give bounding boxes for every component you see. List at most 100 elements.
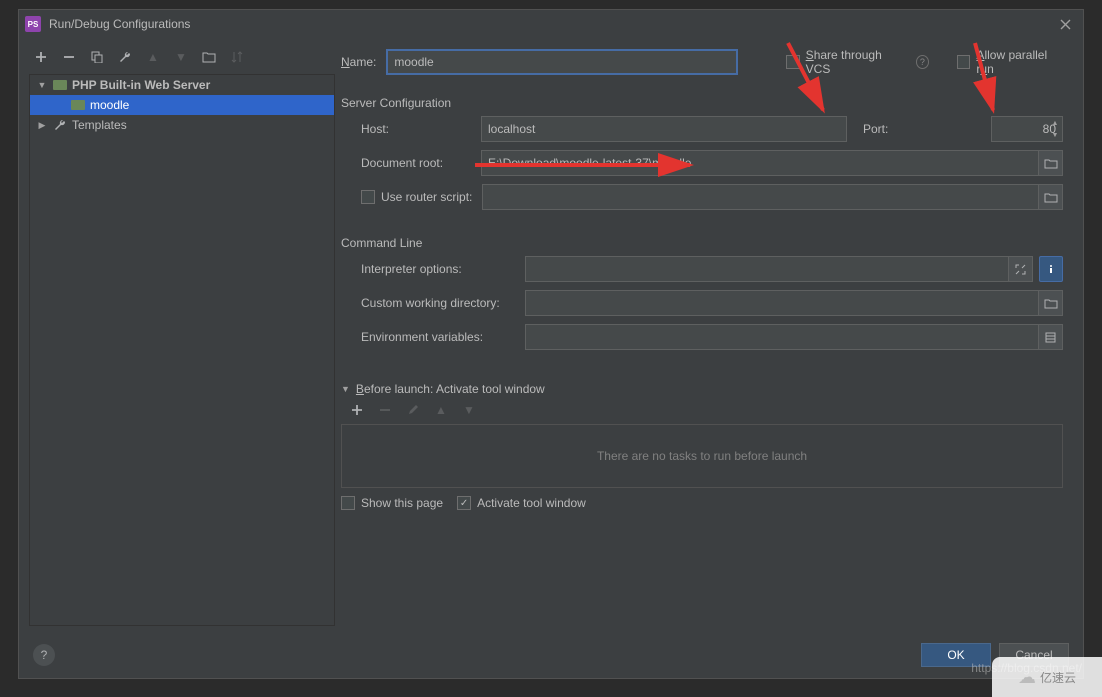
wrench-icon xyxy=(52,118,68,132)
cwd-input[interactable] xyxy=(525,290,1039,316)
show-page-label: Show this page xyxy=(361,496,443,510)
share-vcs-checkbox[interactable]: Share through VCS ? xyxy=(786,48,929,76)
interp-label: Interpreter options: xyxy=(361,262,525,276)
router-input[interactable] xyxy=(482,184,1039,210)
command-line-section: Command Line xyxy=(341,236,1063,250)
app-icon: PS xyxy=(25,16,41,32)
interp-input[interactable] xyxy=(525,256,1009,282)
doc-root-row: Document root: xyxy=(341,150,1063,176)
tree-label: PHP Built-in Web Server xyxy=(72,78,210,92)
php-server-icon xyxy=(52,78,68,92)
router-row: Use router script: xyxy=(341,184,1063,210)
activate-window-checkbox[interactable]: Activate tool window xyxy=(457,496,586,510)
interp-row: Interpreter options: xyxy=(341,256,1063,282)
up-icon[interactable]: ▲ xyxy=(145,49,161,65)
name-input[interactable] xyxy=(386,49,738,75)
dialog-title: Run/Debug Configurations xyxy=(49,17,1053,31)
env-input[interactable] xyxy=(525,324,1039,350)
php-config-icon xyxy=(70,98,86,112)
dialog-footer: ? OK Cancel xyxy=(19,632,1083,678)
share-label: Share through VCS xyxy=(806,48,904,76)
edit-icon[interactable] xyxy=(405,402,421,418)
close-button[interactable] xyxy=(1053,12,1077,36)
remove-icon[interactable] xyxy=(61,49,77,65)
show-page-checkbox[interactable]: Show this page xyxy=(341,496,443,510)
checkbox-icon xyxy=(957,55,970,69)
sort-icon[interactable] xyxy=(229,49,245,65)
doc-root-input[interactable] xyxy=(481,150,1039,176)
expand-icon xyxy=(1015,264,1026,275)
main-panel: Name: Share through VCS ? Allow parallel… xyxy=(341,38,1083,632)
spinner-up-icon[interactable]: ▲ xyxy=(1048,117,1062,129)
expand-arrow-icon: ▼ xyxy=(36,80,48,90)
cloud-icon: ☁ xyxy=(1018,667,1036,688)
remove-icon[interactable] xyxy=(377,402,393,418)
titlebar: PS Run/Debug Configurations xyxy=(19,10,1083,38)
allow-parallel-checkbox[interactable]: Allow parallel run xyxy=(957,48,1063,76)
help-icon[interactable]: ? xyxy=(916,55,929,69)
host-label: Host: xyxy=(361,122,481,136)
allow-label: Allow parallel run xyxy=(976,48,1063,76)
env-label: Environment variables: xyxy=(361,330,525,344)
add-icon[interactable] xyxy=(33,49,49,65)
wrench-icon[interactable] xyxy=(117,49,133,65)
browse-button[interactable] xyxy=(1039,150,1063,176)
tree-label: moodle xyxy=(90,98,129,112)
doc-root-label: Document root: xyxy=(361,156,481,170)
info-button[interactable] xyxy=(1039,256,1063,282)
folder-icon xyxy=(1044,298,1058,309)
cwd-label: Custom working directory: xyxy=(361,296,525,310)
host-row: Host: Port: ▲▼ xyxy=(341,116,1063,142)
run-debug-dialog: PS Run/Debug Configurations ▲ ▼ ▼ xyxy=(18,9,1084,679)
tree-node-templates[interactable]: ▶ Templates xyxy=(30,115,334,135)
before-launch-toolbar: ▲ ▼ xyxy=(341,396,1063,422)
tree-node-moodle[interactable]: moodle xyxy=(30,95,334,115)
add-icon[interactable] xyxy=(349,402,365,418)
dialog-body: ▲ ▼ ▼ PHP Built-in Web Server moodle ▶ xyxy=(19,38,1083,632)
browse-button[interactable] xyxy=(1039,184,1063,210)
sidebar: ▲ ▼ ▼ PHP Built-in Web Server moodle ▶ xyxy=(19,38,341,632)
watermark: ☁ 亿速云 xyxy=(992,657,1102,697)
browse-button[interactable] xyxy=(1039,290,1063,316)
sidebar-toolbar: ▲ ▼ xyxy=(29,44,335,70)
tree-label: Templates xyxy=(72,118,127,132)
checkbox-icon xyxy=(786,55,799,69)
before-launch-list: There are no tasks to run before launch xyxy=(341,424,1063,488)
port-spinner[interactable]: ▲▼ xyxy=(1048,117,1062,141)
before-launch-checks: Show this page Activate tool window xyxy=(341,496,1063,510)
server-config-section: Server Configuration xyxy=(341,96,1063,110)
collapse-arrow-icon: ▼ xyxy=(341,384,350,394)
before-launch-label: Before launch: Activate tool window xyxy=(356,382,545,396)
info-icon xyxy=(1046,264,1056,274)
spinner-down-icon[interactable]: ▼ xyxy=(1048,129,1062,141)
copy-icon[interactable] xyxy=(89,49,105,65)
folder-icon xyxy=(1044,158,1058,169)
config-tree: ▼ PHP Built-in Web Server moodle ▶ Templ… xyxy=(29,74,335,626)
port-label: Port: xyxy=(863,122,983,136)
watermark-text: 亿速云 xyxy=(1040,669,1076,686)
before-launch-section: ▼ Before launch: Activate tool window ▲ … xyxy=(341,382,1063,510)
host-input[interactable] xyxy=(481,116,847,142)
down-icon[interactable]: ▼ xyxy=(173,49,189,65)
expand-button[interactable] xyxy=(1009,256,1033,282)
cwd-row: Custom working directory: xyxy=(341,290,1063,316)
checkbox-icon xyxy=(341,496,355,510)
folder-icon[interactable] xyxy=(201,49,217,65)
close-icon xyxy=(1060,19,1071,30)
down-icon[interactable]: ▼ xyxy=(461,402,477,418)
checkbox-icon xyxy=(361,190,375,204)
env-edit-button[interactable] xyxy=(1039,324,1063,350)
name-row: Name: Share through VCS ? Allow parallel… xyxy=(341,48,1063,76)
activate-label: Activate tool window xyxy=(477,496,586,510)
router-label: Use router script: xyxy=(381,190,472,204)
before-launch-header[interactable]: ▼ Before launch: Activate tool window xyxy=(341,382,1063,396)
up-icon[interactable]: ▲ xyxy=(433,402,449,418)
help-button[interactable]: ? xyxy=(33,644,55,666)
tree-node-php-server[interactable]: ▼ PHP Built-in Web Server xyxy=(30,75,334,95)
port-input-wrap: ▲▼ xyxy=(991,116,1063,142)
folder-icon xyxy=(1044,192,1058,203)
router-checkbox[interactable]: Use router script: xyxy=(361,190,472,204)
empty-tasks-label: There are no tasks to run before launch xyxy=(597,449,807,463)
name-label: Name: xyxy=(341,55,376,69)
list-icon xyxy=(1045,332,1056,343)
